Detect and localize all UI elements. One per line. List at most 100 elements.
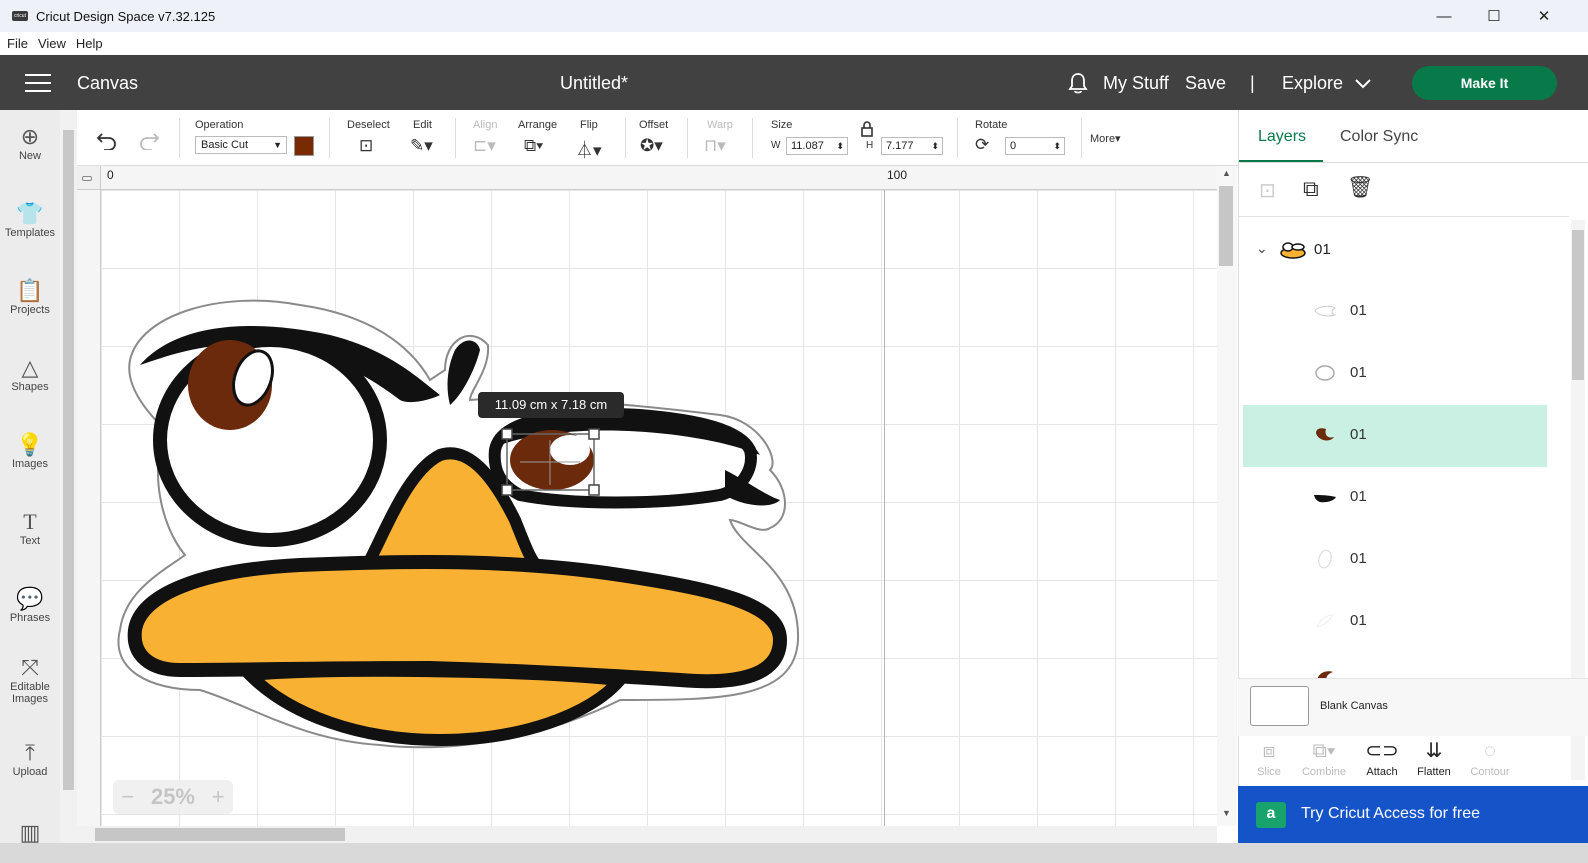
- offset-icon[interactable]: ✪▾: [640, 136, 663, 156]
- height-label: H: [866, 140, 874, 151]
- rotate-label: Rotate: [975, 119, 1008, 131]
- layer-row[interactable]: 01: [1243, 591, 1547, 653]
- warp-label: Warp: [707, 119, 733, 131]
- canvas-horizontal-scrollbar[interactable]: [77, 826, 1217, 843]
- zoom-out-button[interactable]: −: [121, 784, 134, 810]
- zoom-in-button[interactable]: +: [212, 784, 225, 810]
- flatten-button[interactable]: ⇊ Flatten: [1404, 736, 1464, 778]
- rotate-icon[interactable]: ⟳: [975, 135, 989, 155]
- lock-icon[interactable]: [860, 121, 874, 137]
- minimize-button[interactable]: —: [1419, 0, 1469, 32]
- cricut-access-banner[interactable]: a Try Cricut Access for free: [1238, 786, 1588, 843]
- my-stuff-link[interactable]: My Stuff: [1103, 73, 1169, 94]
- tab-layers[interactable]: Layers: [1258, 128, 1306, 146]
- scrollbar-thumb[interactable]: [63, 130, 74, 790]
- height-input[interactable]: 7.177 ⬍: [881, 137, 943, 155]
- group-expand-chevron[interactable]: ⌄: [1256, 240, 1268, 257]
- flatten-icon: ⇊: [1425, 740, 1443, 762]
- header-divider: |: [1250, 73, 1255, 93]
- offset-label: Offset: [639, 119, 669, 131]
- layer-row[interactable]: 01: [1243, 343, 1547, 405]
- deselect-label: Deselect: [347, 119, 390, 131]
- attach-button[interactable]: ⊂⊃ Attach: [1352, 736, 1412, 778]
- menu-view[interactable]: View: [38, 36, 66, 51]
- sidebar-scrollbar[interactable]: [60, 110, 77, 845]
- combine-button[interactable]: ⧉▾ Combine: [1294, 736, 1354, 778]
- upload-icon: ⤒: [25, 740, 35, 765]
- canvas-vertical-scrollbar[interactable]: ▲ ▼: [1217, 166, 1237, 826]
- sidebar-item-projects[interactable]: 📋 Projects: [0, 278, 60, 316]
- sidebar-item-shapes[interactable]: △ Shapes: [0, 355, 60, 393]
- pencil-icon[interactable]: ✎▾: [410, 136, 433, 156]
- menu-bar: File View Help: [0, 32, 1588, 55]
- layer-row-selected[interactable]: 01: [1243, 405, 1547, 467]
- operation-color-swatch[interactable]: [294, 136, 314, 156]
- layer-thumbnail: [1316, 428, 1334, 441]
- sidebar-item-text[interactable]: T Text: [0, 509, 60, 547]
- sidebar-item-upload[interactable]: ⤒ Upload: [0, 740, 60, 778]
- layer-row[interactable]: 01: [1243, 529, 1547, 591]
- align-label: Align: [473, 119, 498, 131]
- group-thumbnail: [1280, 242, 1306, 259]
- sidebar-item-new[interactable]: ⊕ New: [0, 124, 60, 162]
- section-title: Canvas: [77, 73, 139, 93]
- group-icon[interactable]: ⊡: [1259, 178, 1276, 203]
- layer-row[interactable]: 01: [1243, 281, 1547, 343]
- layer-row[interactable]: 01: [1243, 467, 1547, 529]
- scrollbar-thumb[interactable]: [95, 828, 345, 841]
- duplicate-icon[interactable]: ⧉: [1303, 176, 1319, 202]
- width-input[interactable]: 11.087 ⬍: [786, 137, 848, 155]
- tab-color-sync[interactable]: Color Sync: [1340, 128, 1418, 146]
- banner-text: Try Cricut Access for free: [1301, 805, 1480, 822]
- warp-icon[interactable]: ⊓▾: [704, 136, 726, 156]
- close-button[interactable]: ✕: [1519, 0, 1569, 32]
- group-name[interactable]: 01: [1314, 241, 1331, 258]
- arrange-label: Arrange: [518, 119, 558, 131]
- rotate-input[interactable]: 0 ⬍: [1005, 137, 1065, 155]
- sidebar-item-editable-images[interactable]: ⤧ Editable Images: [0, 655, 60, 705]
- duck-face-artwork[interactable]: [101, 190, 1217, 826]
- scrollbar-thumb[interactable]: [1219, 186, 1233, 266]
- sidebar-item-templates[interactable]: 👕 Templates: [0, 201, 60, 239]
- arrange-icon[interactable]: ⧉▾: [524, 136, 543, 156]
- document-title: Untitled*: [560, 73, 629, 93]
- flip-icon[interactable]: ⏃▾: [576, 136, 602, 161]
- menu-file[interactable]: File: [7, 36, 28, 51]
- edit-label: Edit: [413, 119, 432, 131]
- layer-thumbnail: [1314, 305, 1337, 317]
- window-bottom-edge: [0, 843, 1588, 863]
- app-header: Canvas Untitled* My Stuff Save | Explore…: [0, 55, 1588, 110]
- clipboard-icon: 📋: [16, 278, 44, 303]
- more-menu[interactable]: More▾: [1090, 132, 1121, 145]
- top-ruler: 0 100: [77, 166, 1217, 190]
- make-it-button[interactable]: Make It: [1412, 66, 1557, 100]
- menu-help[interactable]: Help: [76, 36, 103, 51]
- plus-circle-icon: ⊕: [20, 124, 40, 149]
- sidebar-item-images[interactable]: 💡 Images: [0, 432, 60, 470]
- redo-icon[interactable]: [137, 130, 161, 150]
- slice-button[interactable]: ⧈ Slice: [1239, 736, 1299, 778]
- chevron-down-icon[interactable]: [1355, 79, 1371, 89]
- contour-button[interactable]: ◌ Contour: [1460, 736, 1520, 778]
- deselect-icon[interactable]: ⊡: [359, 136, 373, 156]
- sidebar-item-phrases[interactable]: 💬 Phrases: [0, 586, 60, 624]
- operation-select[interactable]: Basic Cut ▼: [195, 136, 287, 154]
- layer-actions-bar: ⧈ Slice ⧉▾ Combine ⊂⊃ Attach ⇊ Flatten ◌ Cont…: [1238, 736, 1588, 784]
- blank-canvas-row[interactable]: Blank Canvas: [1238, 678, 1588, 736]
- layer-row-partial: [1243, 660, 1553, 678]
- explore-dropdown[interactable]: Explore: [1282, 73, 1343, 94]
- undo-icon[interactable]: [95, 130, 119, 150]
- zoom-control: − 25% +: [113, 780, 233, 814]
- trash-icon[interactable]: 🗑: [1347, 176, 1374, 200]
- shapes-icon: △: [21, 355, 39, 380]
- save-button[interactable]: Save: [1185, 73, 1226, 94]
- bell-icon[interactable]: [1067, 72, 1089, 94]
- shirt-icon: 👕: [16, 201, 44, 226]
- maximize-button[interactable]: ☐: [1469, 0, 1519, 32]
- align-icon[interactable]: ⊏▾: [473, 136, 496, 156]
- width-label: W: [771, 140, 781, 151]
- contour-icon: ◌: [1484, 740, 1496, 762]
- layer-thumbnail: [1316, 614, 1335, 628]
- app-logo: cricut: [12, 11, 28, 21]
- hamburger-menu-icon[interactable]: [25, 74, 51, 92]
